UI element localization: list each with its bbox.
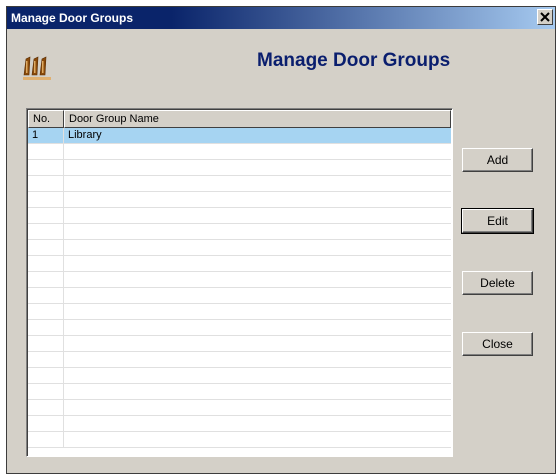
- empty-table-row: [28, 336, 451, 352]
- door-group-name-cell: Library: [68, 129, 102, 141]
- empty-cell: [28, 288, 64, 303]
- empty-cell: [28, 144, 64, 159]
- empty-table-row: [28, 144, 451, 160]
- table-header: No. Door Group Name: [28, 110, 451, 128]
- row-number-cell: 1: [28, 128, 64, 143]
- edit-button[interactable]: Edit: [461, 208, 534, 234]
- column-header-number[interactable]: No.: [28, 110, 64, 128]
- empty-cell: [64, 144, 451, 159]
- empty-cell: [28, 336, 64, 351]
- empty-table-row: [28, 368, 451, 384]
- empty-cell: [64, 256, 451, 271]
- empty-cell: [64, 160, 451, 175]
- empty-cell: [64, 192, 451, 207]
- empty-cell: [64, 432, 451, 447]
- empty-cell: [64, 384, 451, 399]
- empty-cell: [64, 416, 451, 431]
- empty-table-row: [28, 192, 451, 208]
- empty-cell: [64, 368, 451, 383]
- empty-table-row: [28, 432, 451, 448]
- table-row[interactable]: 1 Library: [28, 128, 451, 144]
- empty-table-row: [28, 208, 451, 224]
- empty-table-row: [28, 272, 451, 288]
- empty-table-row: [28, 304, 451, 320]
- empty-cell: [28, 256, 64, 271]
- empty-cell: [64, 352, 451, 367]
- empty-cell: [28, 192, 64, 207]
- empty-cell: [28, 224, 64, 239]
- delete-button[interactable]: Delete: [462, 271, 533, 295]
- empty-cell: [28, 352, 64, 367]
- empty-cell: [64, 176, 451, 191]
- door-group-icon: [21, 51, 53, 81]
- empty-table-row: [28, 352, 451, 368]
- empty-table-row: [28, 288, 451, 304]
- empty-table-row: [28, 160, 451, 176]
- window-close-button[interactable]: [537, 9, 553, 25]
- empty-cell: [28, 240, 64, 255]
- empty-cell: [28, 272, 64, 287]
- empty-table-row: [28, 416, 451, 432]
- page-title: Manage Door Groups: [257, 50, 451, 71]
- empty-table-row: [28, 320, 451, 336]
- empty-cell: [28, 304, 64, 319]
- empty-cell: [64, 208, 451, 223]
- empty-cell: [28, 400, 64, 415]
- manage-door-groups-window: Manage Door Groups Manage Door Groups No: [6, 6, 556, 474]
- window-title: Manage Door Groups: [11, 11, 134, 25]
- empty-table-row: [28, 400, 451, 416]
- empty-cell: [64, 240, 451, 255]
- empty-cell: [28, 160, 64, 175]
- empty-cell: [28, 384, 64, 399]
- empty-table-row: [28, 384, 451, 400]
- empty-cell: [28, 432, 64, 447]
- empty-cell: [64, 224, 451, 239]
- empty-cell: [28, 176, 64, 191]
- empty-cell: [28, 208, 64, 223]
- empty-cell: [64, 288, 451, 303]
- title-bar[interactable]: Manage Door Groups: [7, 7, 555, 29]
- empty-cell: [64, 320, 451, 335]
- close-icon: [540, 12, 550, 22]
- close-button[interactable]: Close: [462, 332, 533, 356]
- column-header-door-group-name[interactable]: Door Group Name: [64, 110, 451, 128]
- empty-table-row: [28, 224, 451, 240]
- empty-cell: [64, 304, 451, 319]
- table-body: 1 Library: [28, 128, 451, 455]
- empty-cell: [64, 272, 451, 287]
- door-groups-table[interactable]: No. Door Group Name 1 Library: [26, 108, 453, 457]
- empty-cell: [28, 416, 64, 431]
- add-button[interactable]: Add: [462, 148, 533, 172]
- empty-cell: [28, 320, 64, 335]
- empty-table-row: [28, 176, 451, 192]
- empty-table-row: [28, 240, 451, 256]
- empty-cell: [64, 336, 451, 351]
- empty-table-row: [28, 256, 451, 272]
- empty-cell: [64, 400, 451, 415]
- empty-cell: [28, 368, 64, 383]
